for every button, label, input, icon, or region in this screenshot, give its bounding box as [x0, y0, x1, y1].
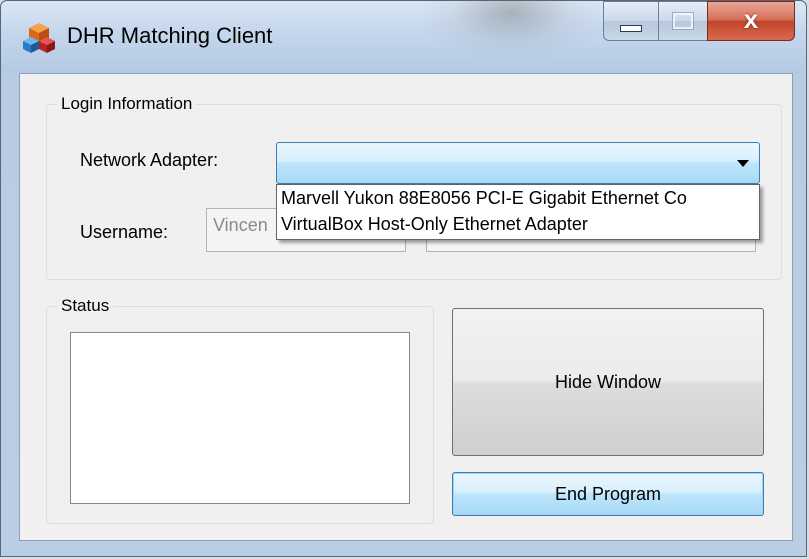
adapter-option-virtualbox[interactable]: VirtualBox Host-Only Ethernet Adapter	[277, 211, 759, 237]
title-bar[interactable]: DHR Matching Client x	[1, 1, 806, 73]
close-icon: x	[743, 4, 759, 34]
maximize-button[interactable]	[658, 1, 708, 41]
main-window: DHR Matching Client x Login Information …	[0, 0, 807, 557]
network-adapter-label: Network Adapter:	[80, 150, 219, 170]
status-log-box[interactable]	[70, 332, 410, 504]
hide-window-label: Hide Window	[554, 371, 662, 392]
window-title: DHR Matching Client	[67, 23, 273, 48]
close-button[interactable]: x	[707, 1, 795, 41]
login-group-title: Login Information	[57, 94, 197, 114]
chevron-down-icon[interactable]	[737, 160, 749, 167]
status-group-title: Status	[57, 296, 114, 316]
username-label: Username:	[80, 222, 169, 242]
client-area: Login Information Network Adapter: Marve…	[19, 73, 793, 541]
end-program-label: End Program	[554, 483, 662, 504]
title-bar-glare	[421, 1, 601, 59]
network-adapter-dropdown-list: Marvell Yukon 88E8056 PCI-E Gigabit Ethe…	[276, 184, 760, 240]
app-cubes-icon	[23, 23, 55, 53]
minimize-icon	[620, 24, 642, 32]
maximize-icon	[672, 12, 694, 30]
minimize-button[interactable]	[603, 1, 659, 41]
hide-window-button[interactable]: Hide Window	[452, 308, 764, 456]
end-program-button[interactable]: End Program	[452, 472, 764, 516]
adapter-option-marvell[interactable]: Marvell Yukon 88E8056 PCI-E Gigabit Ethe…	[277, 185, 759, 211]
network-adapter-combobox[interactable]	[276, 142, 760, 184]
